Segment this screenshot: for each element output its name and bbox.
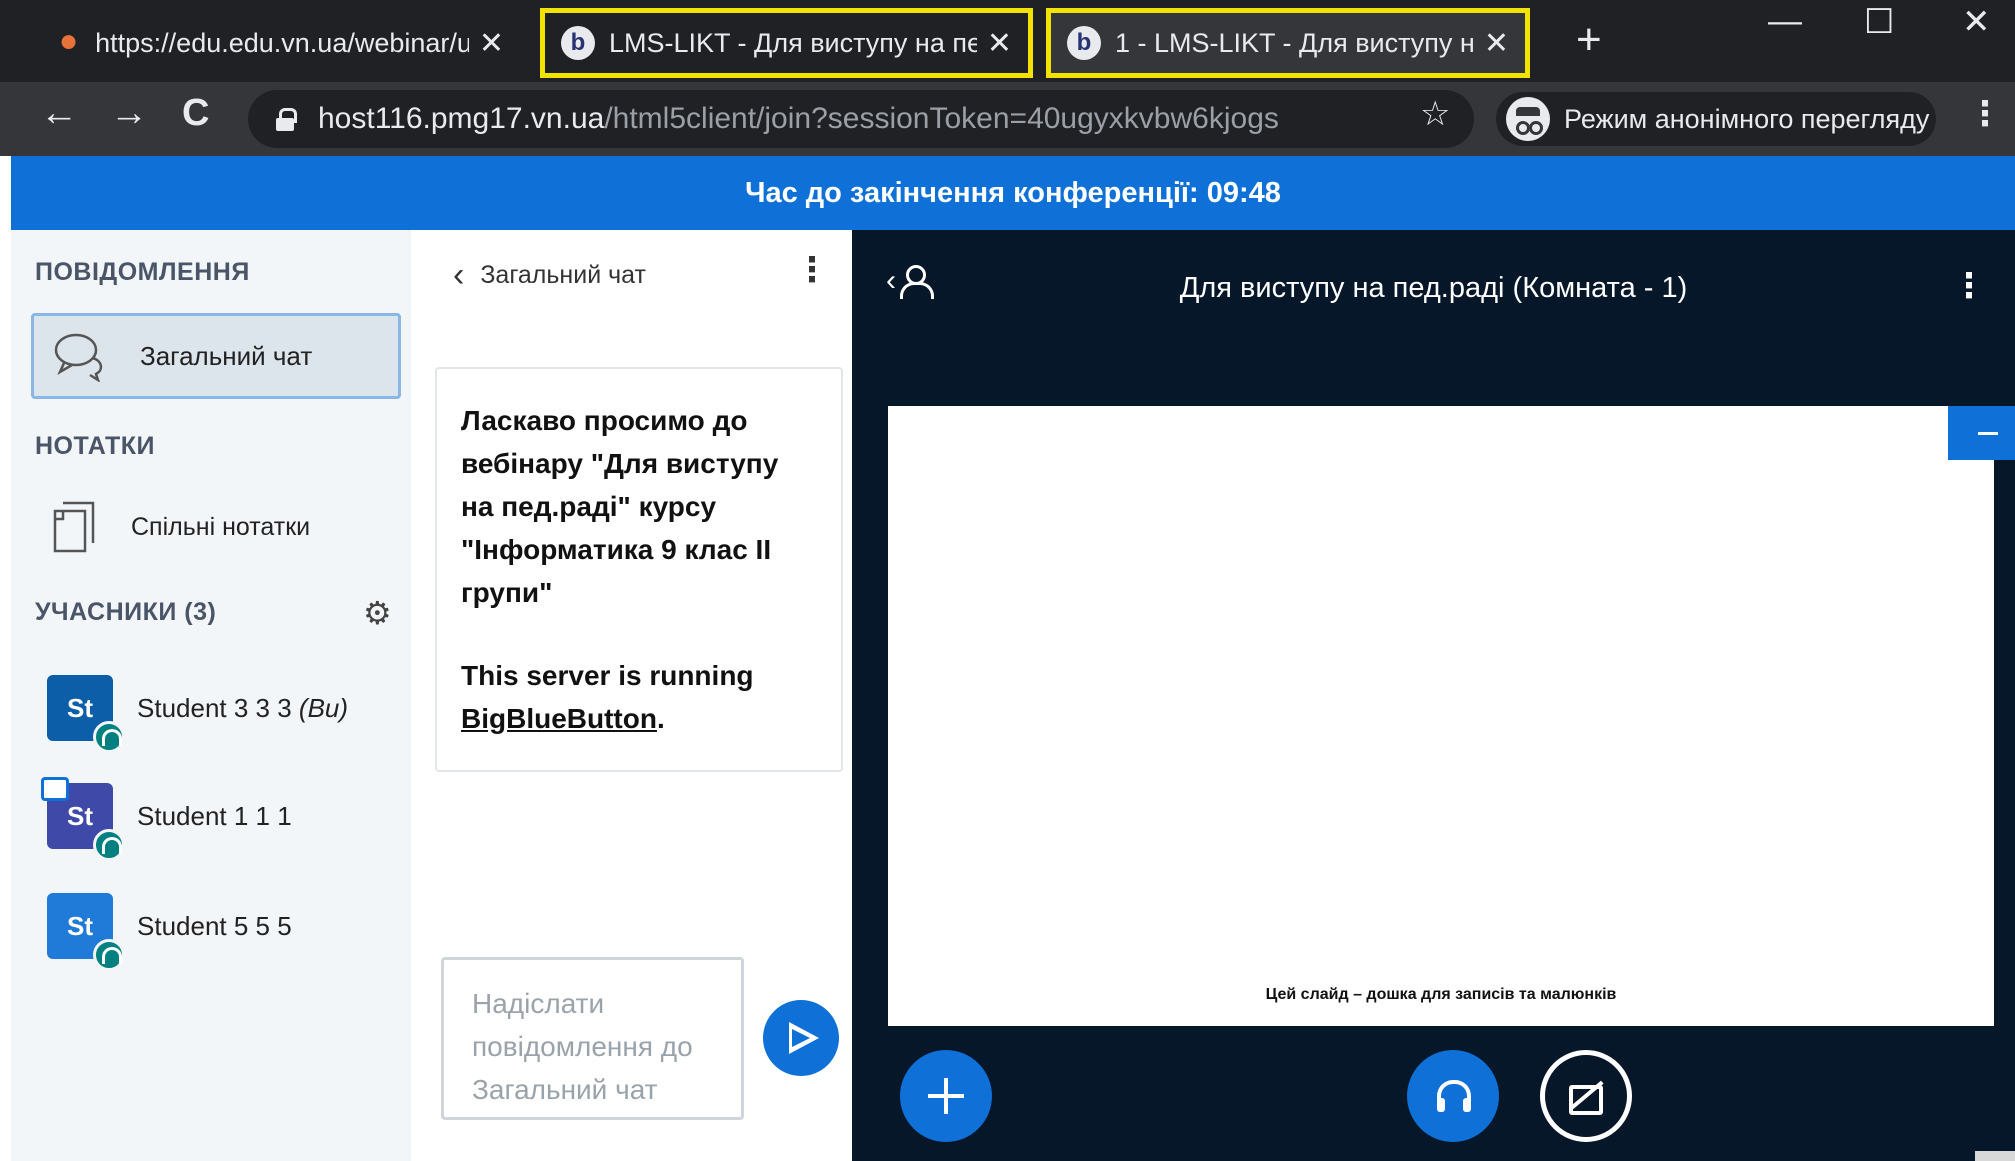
options-menu-icon[interactable]: ⋮ [1952, 266, 1986, 306]
tab-close-icon[interactable]: ✕ [977, 26, 1012, 61]
video-camera-off-button[interactable] [1540, 1050, 1632, 1142]
bigbluebutton-favicon-icon: b [561, 26, 595, 60]
actions-plus-button[interactable] [900, 1050, 992, 1142]
back-arrow-icon[interactable]: ← [40, 92, 78, 135]
participant-name: Student 5 5 5 [137, 910, 292, 941]
participant-row[interactable]: St Student 5 5 5 [47, 888, 387, 971]
browser-menu-icon[interactable]: ⋮ [1968, 94, 2002, 134]
notes-header: НОТАТКИ [35, 432, 156, 460]
participant-name: Student 3 3 3 (Ви) [137, 693, 348, 724]
headphones-audio-button[interactable] [1407, 1050, 1499, 1142]
browser-tab-bar: ⚫ https://edu.edu.vn.ua/webinar/u ✕ b LM… [0, 0, 2015, 82]
you-suffix: (Ви) [298, 692, 349, 723]
incognito-label: Режим анонімного перегляду [1564, 103, 1930, 134]
avatar: St [47, 893, 125, 971]
headset-icon [93, 721, 125, 753]
avatar: St [41, 777, 125, 861]
window-close-button[interactable]: ✕ [1962, 2, 1991, 42]
shared-notes-label: Спільні нотатки [131, 512, 311, 541]
participant-name-text: Student 3 3 3 [137, 692, 292, 723]
public-chat-item[interactable]: Загальний чат [31, 313, 401, 399]
messages-header: ПОВІДОМЛЕННЯ [35, 258, 250, 286]
url-path: /html5client/join?sessionToken=40ugyxkvb… [604, 102, 1279, 135]
tab-title: LMS-LIKT - Для виступу на пед. [609, 27, 977, 58]
tab-title: 1 - LMS-LIKT - Для виступу на п [1115, 27, 1474, 58]
presentation-slide[interactable]: Цей слайд – дошка для записів та малюнкі… [888, 406, 2015, 1161]
chat-title: Загальний чат [480, 261, 646, 289]
meeting-title: Для виступу на пед.раді (Комната - 1) [1179, 272, 1688, 304]
send-message-button[interactable] [763, 1000, 839, 1076]
tab-title: https://edu.edu.vn.ua/webinar/u [95, 27, 469, 58]
avatar-initials: St [67, 910, 93, 941]
tab-lms-likt[interactable]: b LMS-LIKT - Для виступу на пед. ✕ [540, 8, 1033, 78]
presentation-area: ‹ Для виступу на пед.раді (Комната - 1) … [852, 230, 2015, 1161]
hide-chat-button[interactable]: ‹ Загальний чат [453, 256, 646, 295]
chat-message-input[interactable]: Надіслати повідомлення до Загальний чат [441, 957, 744, 1120]
server-suffix: . [656, 703, 665, 734]
minimize-presentation-button[interactable] [1948, 406, 2015, 460]
tab-webinar[interactable]: ⚫ https://edu.edu.vn.ua/webinar/u ✕ [40, 8, 520, 78]
avatar-initials: St [67, 692, 93, 723]
window-maximize-button[interactable]: ☐ [1864, 2, 1894, 42]
bigbluebutton-favicon-icon: b [1067, 26, 1101, 60]
chat-bubbles-icon [54, 333, 103, 382]
address-bar[interactable]: host116.pmg17.vn.ua/html5client/join?ses… [248, 90, 1474, 148]
avatar-initials: St [67, 800, 93, 831]
server-prefix: This server is running [461, 660, 754, 691]
avatar: St [47, 675, 125, 753]
incognito-indicator[interactable]: Режим анонімного перегляду [1496, 92, 1936, 146]
slide-caption: Цей слайд – дошка для записів та малюнкі… [1265, 986, 1617, 1003]
gear-icon[interactable]: ⚙ [363, 594, 392, 632]
app-favicon-icon: ⚫ [56, 26, 82, 60]
lock-icon[interactable] [276, 108, 297, 131]
incognito-icon [1506, 97, 1550, 141]
participants-header: УЧАСНИКИ (3) [35, 598, 217, 626]
chat-panel: ‹ Загальний чат ⋮ Ласкаво просимо до веб… [411, 230, 852, 1161]
headset-icon [93, 829, 125, 861]
bigbluebutton-link[interactable]: BigBlueButton [461, 703, 657, 734]
participant-row[interactable]: St Student 3 3 3 (Ви) [47, 670, 387, 753]
fullscreen-icon[interactable] [1975, 1151, 2015, 1161]
shared-notes-item[interactable]: Спільні нотатки [31, 492, 401, 562]
new-tab-button[interactable]: + [1576, 18, 1602, 62]
headset-icon [93, 939, 125, 971]
participant-name: Student 1 1 1 [137, 800, 292, 831]
reload-icon[interactable]: C [182, 92, 209, 135]
presenter-icon [41, 777, 69, 801]
user-list-panel: ПОВІДОМЛЕННЯ Загальний чат НОТАТКИ Спіль… [11, 230, 411, 1161]
public-chat-label: Загальний чат [140, 340, 313, 371]
tab-close-icon[interactable]: ✕ [1474, 26, 1509, 61]
browser-toolbar: ← → C host116.pmg17.vn.ua/html5client/jo… [0, 82, 2015, 156]
window-minimize-button[interactable]: — [1768, 2, 1802, 41]
server-info: This server is running BigBlueButton. [461, 654, 817, 740]
tab-lms-likt-room[interactable]: b 1 - LMS-LIKT - Для виступу на п ✕ [1046, 8, 1530, 78]
welcome-text: Ласкаво просимо до вебінару "Для виступу… [461, 405, 779, 608]
tab-close-icon[interactable]: ✕ [469, 26, 504, 61]
chevron-left-icon: ‹ [453, 256, 465, 294]
notes-document-icon [53, 501, 95, 553]
conference-timer-banner: Час до закінчення конференції: 09:48 [11, 156, 2015, 230]
participant-row[interactable]: St Student 1 1 1 [41, 777, 387, 861]
timer-text: Час до закінчення конференції: 09:48 [745, 176, 1281, 209]
forward-arrow-icon[interactable]: → [110, 92, 148, 135]
chat-options-menu-icon[interactable]: ⋮ [795, 250, 829, 290]
url-host: host116.pmg17.vn.ua [318, 102, 605, 135]
bookmark-star-icon[interactable]: ☆ [1420, 94, 1450, 134]
welcome-message: Ласкаво просимо до вебінару "Для виступу… [435, 367, 843, 772]
